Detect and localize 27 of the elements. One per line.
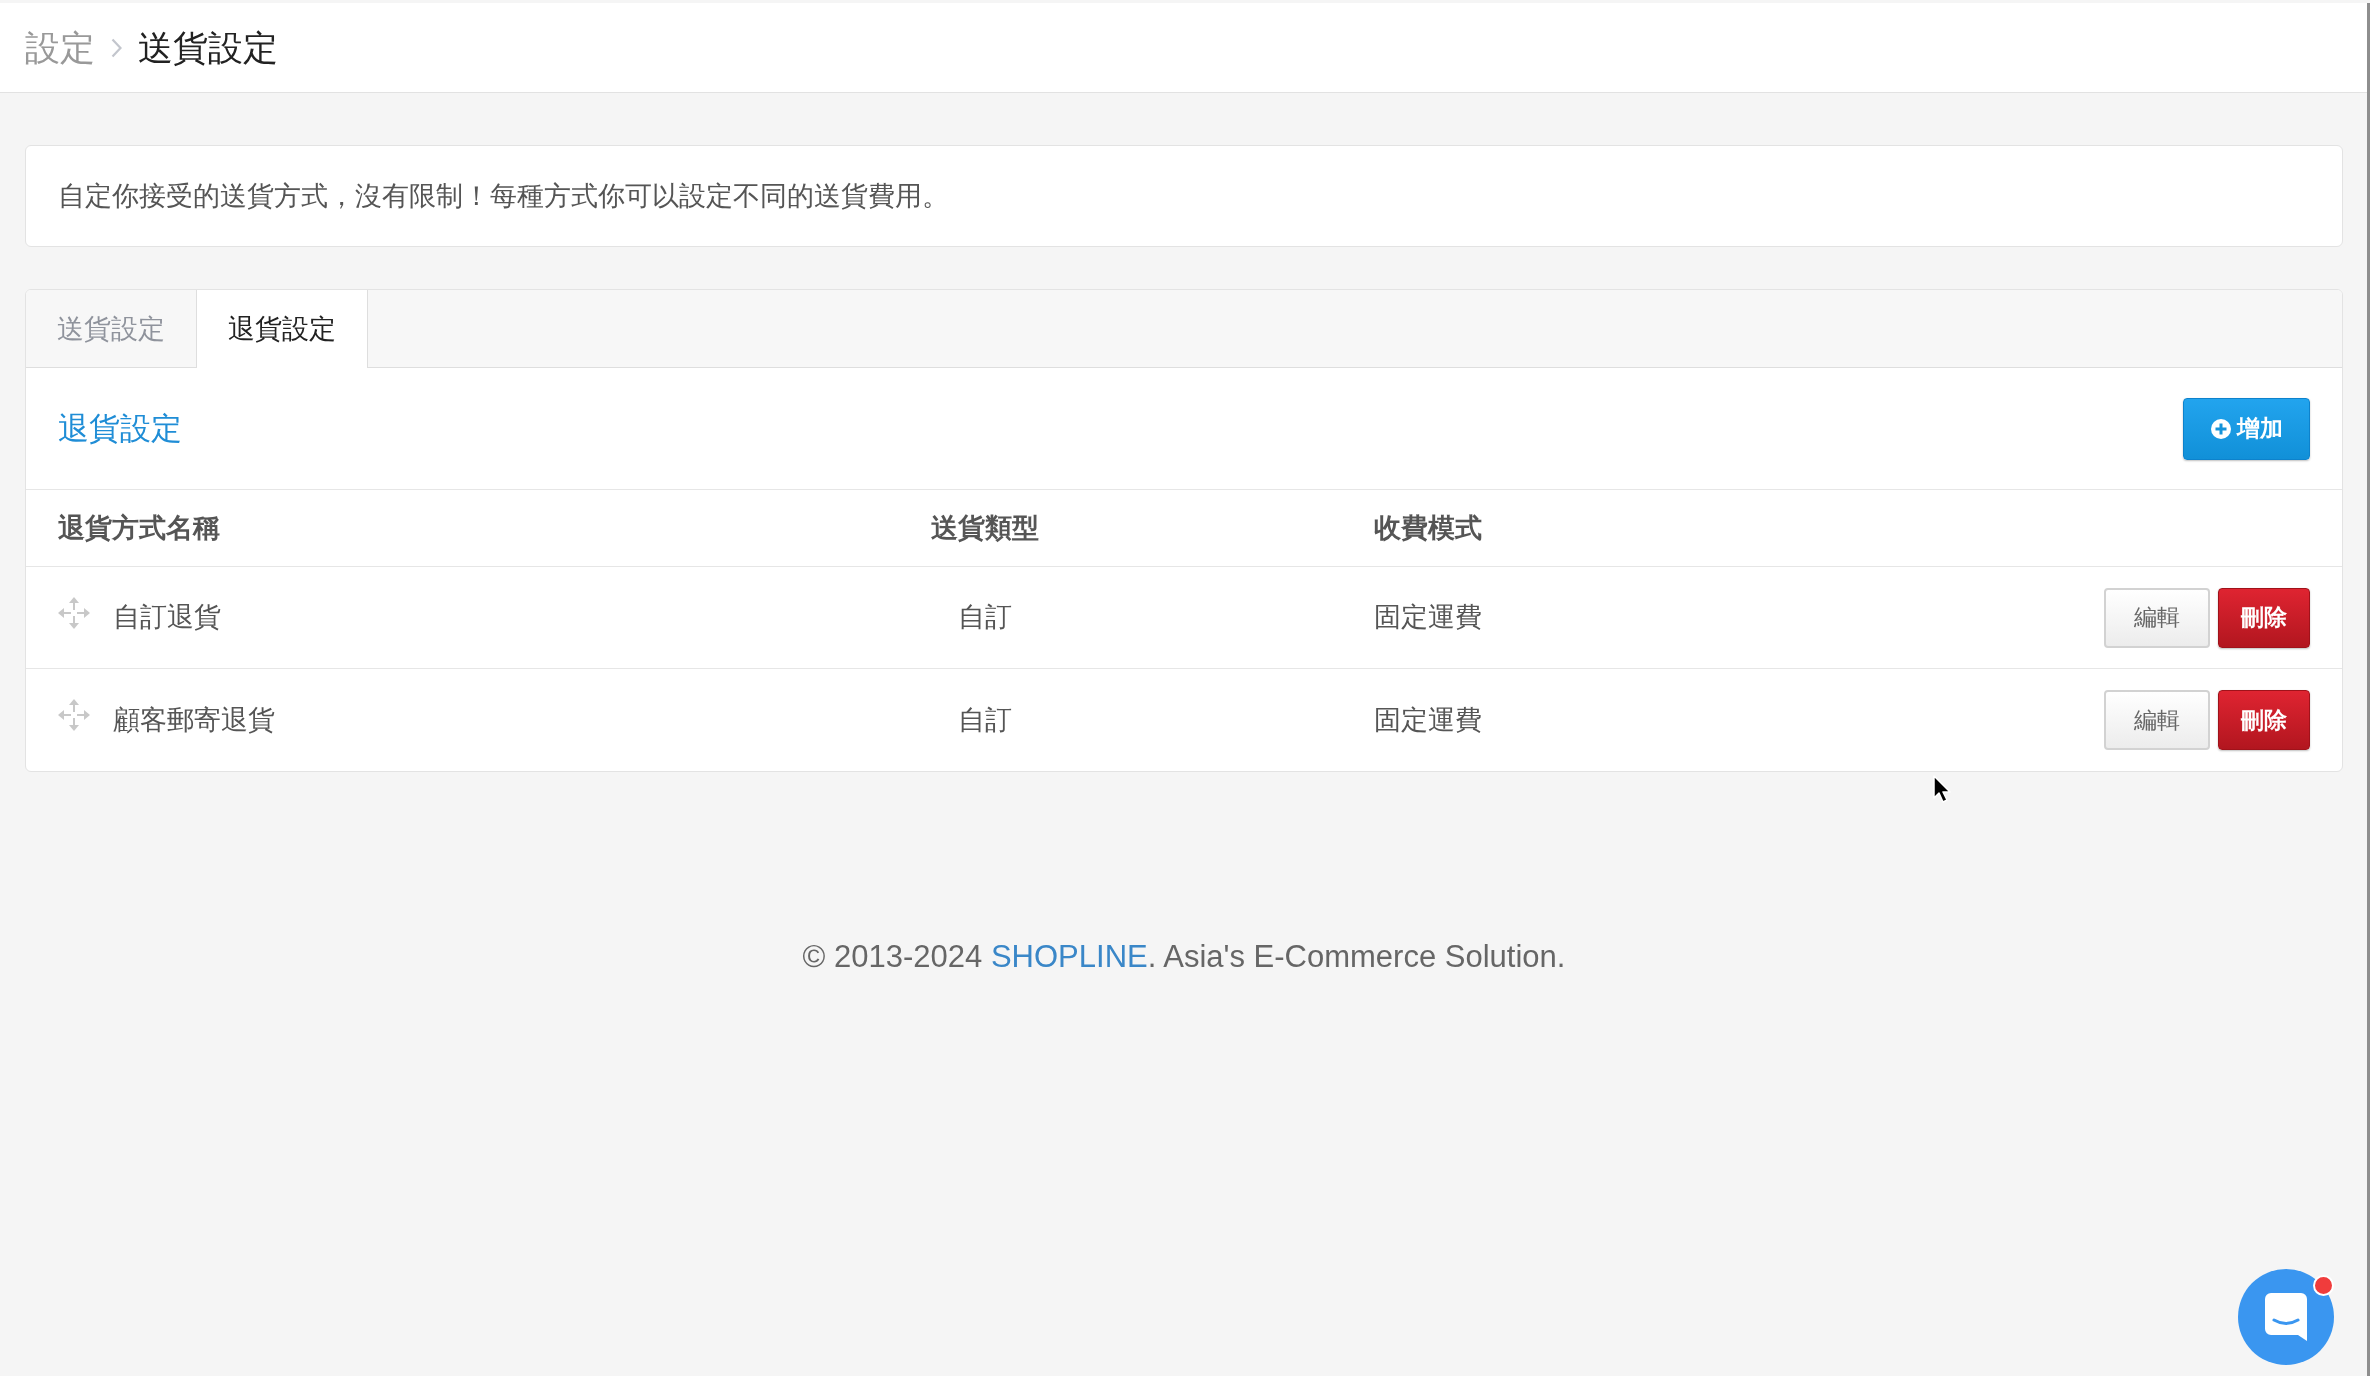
chevron-right-icon: [111, 37, 122, 58]
section-title: 退貨設定: [58, 409, 182, 448]
table-cell-text: 顧客郵寄退貨: [113, 703, 275, 737]
column-header: 送貨類型: [931, 511, 1039, 545]
breadcrumb-link[interactable]: 設定: [25, 26, 95, 69]
copyright-text: © 2013-2024 SHOPLINE. Asia's E-Commerce Solution.: [801, 938, 1567, 976]
drag-handle-icon[interactable]: [58, 596, 90, 629]
plus-circle-icon: [2210, 418, 2231, 439]
table-cell-text: 自訂退貨: [113, 601, 221, 635]
add-button[interactable]: 增加: [2183, 397, 2310, 460]
breadcrumb-current: 送貨設定: [138, 26, 278, 69]
edit-button[interactable]: 編輯: [2104, 690, 2210, 750]
edit-button[interactable]: 編輯: [2104, 587, 2210, 648]
column-header: 收費模式: [1374, 511, 1483, 545]
notice-text: 自定你接受的送貨方式，沒有限制！每種方式你可以設定不同的送貨費用。: [58, 179, 949, 213]
delete-button[interactable]: 刪除: [2218, 690, 2310, 750]
table-cell-text: 固定運費: [1374, 703, 1483, 737]
delete-button[interactable]: 刪除: [2218, 587, 2310, 648]
drag-handle-icon[interactable]: [58, 699, 90, 731]
table-cell-text: 自訂: [958, 601, 1012, 635]
tab[interactable]: 退貨設定: [197, 290, 368, 368]
chat-bubble-icon: [2265, 1293, 2307, 1341]
shopline-link[interactable]: SHOPLINE: [990, 939, 1148, 974]
column-header: 退貨方式名稱: [58, 511, 221, 545]
pointer-cursor-icon: [1933, 775, 1951, 803]
table-cell-text: 固定運費: [1374, 601, 1483, 635]
table-cell-text: 自訂: [958, 703, 1012, 737]
